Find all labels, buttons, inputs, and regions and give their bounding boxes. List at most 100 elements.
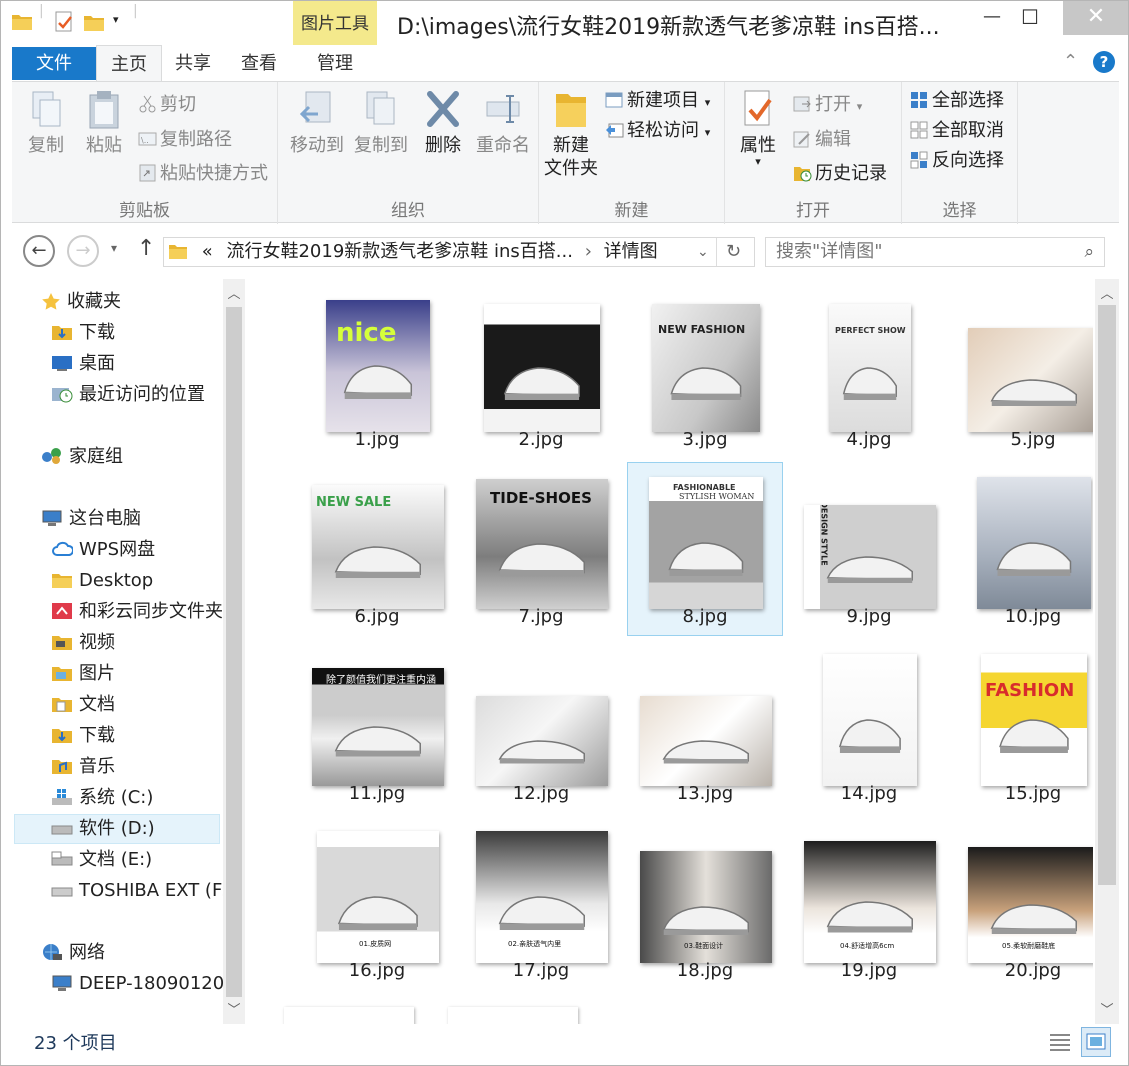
new-item-button[interactable]: 新建项目 ▾: [605, 90, 710, 114]
delete-button[interactable]: 删除: [420, 90, 466, 157]
paste-shortcut-button[interactable]: 粘贴快捷方式: [138, 163, 268, 185]
search-icon[interactable]: ⌕: [1084, 238, 1094, 266]
scroll-up-arrow-icon[interactable]: ︿: [223, 283, 245, 302]
breadcrumb-overflow[interactable]: «: [202, 241, 213, 262]
nav-hecaiyun[interactable]: 和彩云同步文件夹: [51, 598, 223, 626]
large-icons-view-icon[interactable]: [1081, 1027, 1111, 1057]
tab-view[interactable]: 查看: [226, 45, 292, 81]
nav-network[interactable]: 网络: [41, 939, 105, 967]
nav-documents[interactable]: 文档: [51, 691, 115, 719]
details-view-icon[interactable]: [1047, 1029, 1073, 1055]
file-item[interactable]: DESIGN STYLE 9.jpg: [791, 462, 947, 636]
tab-share[interactable]: 共享: [162, 45, 224, 81]
nav-homegroup[interactable]: 家庭组: [41, 443, 123, 471]
refresh-icon[interactable]: ↻: [726, 238, 741, 266]
forward-button[interactable]: →: [67, 235, 99, 267]
properties-icon: [744, 90, 772, 126]
nav-downloads[interactable]: 下载: [51, 722, 115, 750]
new-folder-button[interactable]: 新建 文件夹: [543, 90, 599, 180]
back-button[interactable]: ←: [23, 235, 55, 267]
collapse-ribbon-icon[interactable]: ⌃: [1063, 51, 1078, 72]
invert-selection-button[interactable]: 反向选择: [910, 150, 1004, 172]
file-name: 2.jpg: [518, 429, 564, 450]
quick-access-dropdown-icon[interactable]: ▾: [113, 13, 119, 26]
scrollbar-thumb[interactable]: [1098, 305, 1116, 885]
nav-recent[interactable]: 最近访问的位置: [51, 381, 205, 409]
copy-button[interactable]: 复制: [22, 90, 70, 157]
nav-downloads-fav[interactable]: 下载: [51, 319, 115, 347]
file-item[interactable]: TIDE-SHOES 7.jpg: [463, 462, 619, 636]
file-item[interactable]: NEW SALE 6.jpg: [299, 462, 455, 636]
file-item[interactable]: 04.舒适增高6cm 19.jpg: [791, 816, 947, 990]
file-item[interactable]: 2.jpg: [463, 285, 619, 459]
file-item[interactable]: PERFECT SHOW 4.jpg: [791, 285, 947, 459]
file-item[interactable]: 02.亲肤透气内里 17.jpg: [463, 816, 619, 990]
file-item[interactable]: 5.jpg: [955, 285, 1093, 459]
nav-drive-c[interactable]: 系统 (C:): [51, 784, 153, 812]
image-thumbnail[interactable]: [448, 1007, 578, 1024]
address-bar[interactable]: « 流行女鞋2019新款透气老爹凉鞋 ins百搭... › 详情图 ⌄ ↻: [163, 237, 755, 267]
paste-button[interactable]: 粘贴: [80, 90, 128, 157]
properties-button[interactable]: 属性 ▾: [735, 90, 781, 167]
scroll-down-arrow-icon[interactable]: ﹀: [223, 999, 245, 1018]
tab-home[interactable]: 主页: [96, 45, 162, 82]
cut-button[interactable]: 剪切: [138, 94, 196, 116]
file-item[interactable]: NEW FASHION 3.jpg: [627, 285, 783, 459]
rename-button[interactable]: 重命名: [472, 90, 534, 157]
new-folder-icon[interactable]: [83, 11, 105, 37]
address-dropdown-icon[interactable]: ⌄: [697, 238, 709, 266]
up-arrow-icon[interactable]: ↑: [137, 236, 155, 261]
search-input[interactable]: 搜索"详情图" ⌕: [765, 237, 1105, 267]
nav-drive-f[interactable]: TOSHIBA EXT (F:: [51, 877, 227, 905]
select-all-button[interactable]: 全部选择: [910, 90, 1004, 112]
image-thumbnail[interactable]: [284, 1007, 414, 1024]
content-scrollbar[interactable]: ︿ ﹀: [1095, 279, 1119, 1024]
recent-locations-dropdown-icon[interactable]: ▾: [111, 241, 117, 255]
scroll-down-arrow-icon[interactable]: ﹀: [1095, 999, 1119, 1018]
nav-favorites[interactable]: 收藏夹: [41, 288, 121, 316]
file-item[interactable]: 14.jpg: [791, 639, 947, 813]
tab-file[interactable]: 文件: [12, 47, 96, 80]
file-item[interactable]: FASHIONABLE STYLISH WOMAN 8.jpg: [627, 462, 783, 636]
nav-drive-e[interactable]: 文档 (E:): [51, 846, 152, 874]
file-item[interactable]: 13.jpg: [627, 639, 783, 813]
move-to-button[interactable]: 移动到: [286, 90, 348, 157]
file-item[interactable]: 除了颜值我们更注重内涵 11.jpg: [299, 639, 455, 813]
file-item[interactable]: 05.柔软耐磨鞋底 20.jpg: [955, 816, 1093, 990]
select-none-button[interactable]: 全部取消: [910, 120, 1004, 142]
file-item[interactable]: 01.皮质网 16.jpg: [299, 816, 455, 990]
breadcrumb-item-current[interactable]: 详情图: [604, 241, 658, 262]
tab-manage[interactable]: 管理: [293, 45, 377, 81]
copy-to-button[interactable]: 复制到: [350, 90, 412, 157]
close-button[interactable]: ✕: [1063, 1, 1128, 35]
file-item[interactable]: 03.鞋面设计 18.jpg: [627, 816, 783, 990]
copy-path-button[interactable]: \.. 复制路径: [138, 129, 232, 151]
nav-drive-d[interactable]: 软件 (D:): [51, 815, 155, 843]
nav-this-pc[interactable]: 这台电脑: [41, 505, 141, 533]
nav-desktop[interactable]: Desktop: [51, 567, 153, 595]
shoe-picture: [826, 556, 913, 583]
nav-deep-pc[interactable]: DEEP-18090120: [51, 970, 224, 998]
scrollbar-thumb[interactable]: [226, 307, 242, 997]
breadcrumb-item-parent[interactable]: 流行女鞋2019新款透气老爹凉鞋 ins百搭...: [226, 241, 572, 262]
help-icon[interactable]: ?: [1093, 51, 1115, 73]
properties-icon[interactable]: [53, 11, 75, 37]
nav-scrollbar[interactable]: ︿ ﹀: [223, 279, 245, 1024]
paste-shortcut-icon: [138, 164, 157, 182]
file-item[interactable]: nice 1.jpg: [299, 285, 455, 459]
nav-desktop-fav[interactable]: 桌面: [51, 350, 115, 378]
easy-access-button[interactable]: 轻松访问 ▾: [605, 120, 710, 144]
nav-wps[interactable]: WPS网盘: [51, 536, 155, 564]
nav-music[interactable]: 音乐: [51, 753, 115, 781]
file-item[interactable]: FASHION 15.jpg: [955, 639, 1093, 813]
open-button[interactable]: 打开 ▾: [793, 94, 862, 118]
scroll-up-arrow-icon[interactable]: ︿: [1095, 283, 1119, 302]
maximize-button[interactable]: ☐: [1007, 1, 1053, 35]
history-button[interactable]: 历史记录: [793, 163, 887, 185]
file-item[interactable]: 12.jpg: [463, 639, 619, 813]
edit-button[interactable]: 编辑: [793, 129, 851, 151]
nav-videos[interactable]: 视频: [51, 629, 115, 657]
file-item[interactable]: 10.jpg: [955, 462, 1093, 636]
breadcrumb-separator[interactable]: ›: [585, 241, 592, 262]
nav-pictures[interactable]: 图片: [51, 660, 115, 688]
